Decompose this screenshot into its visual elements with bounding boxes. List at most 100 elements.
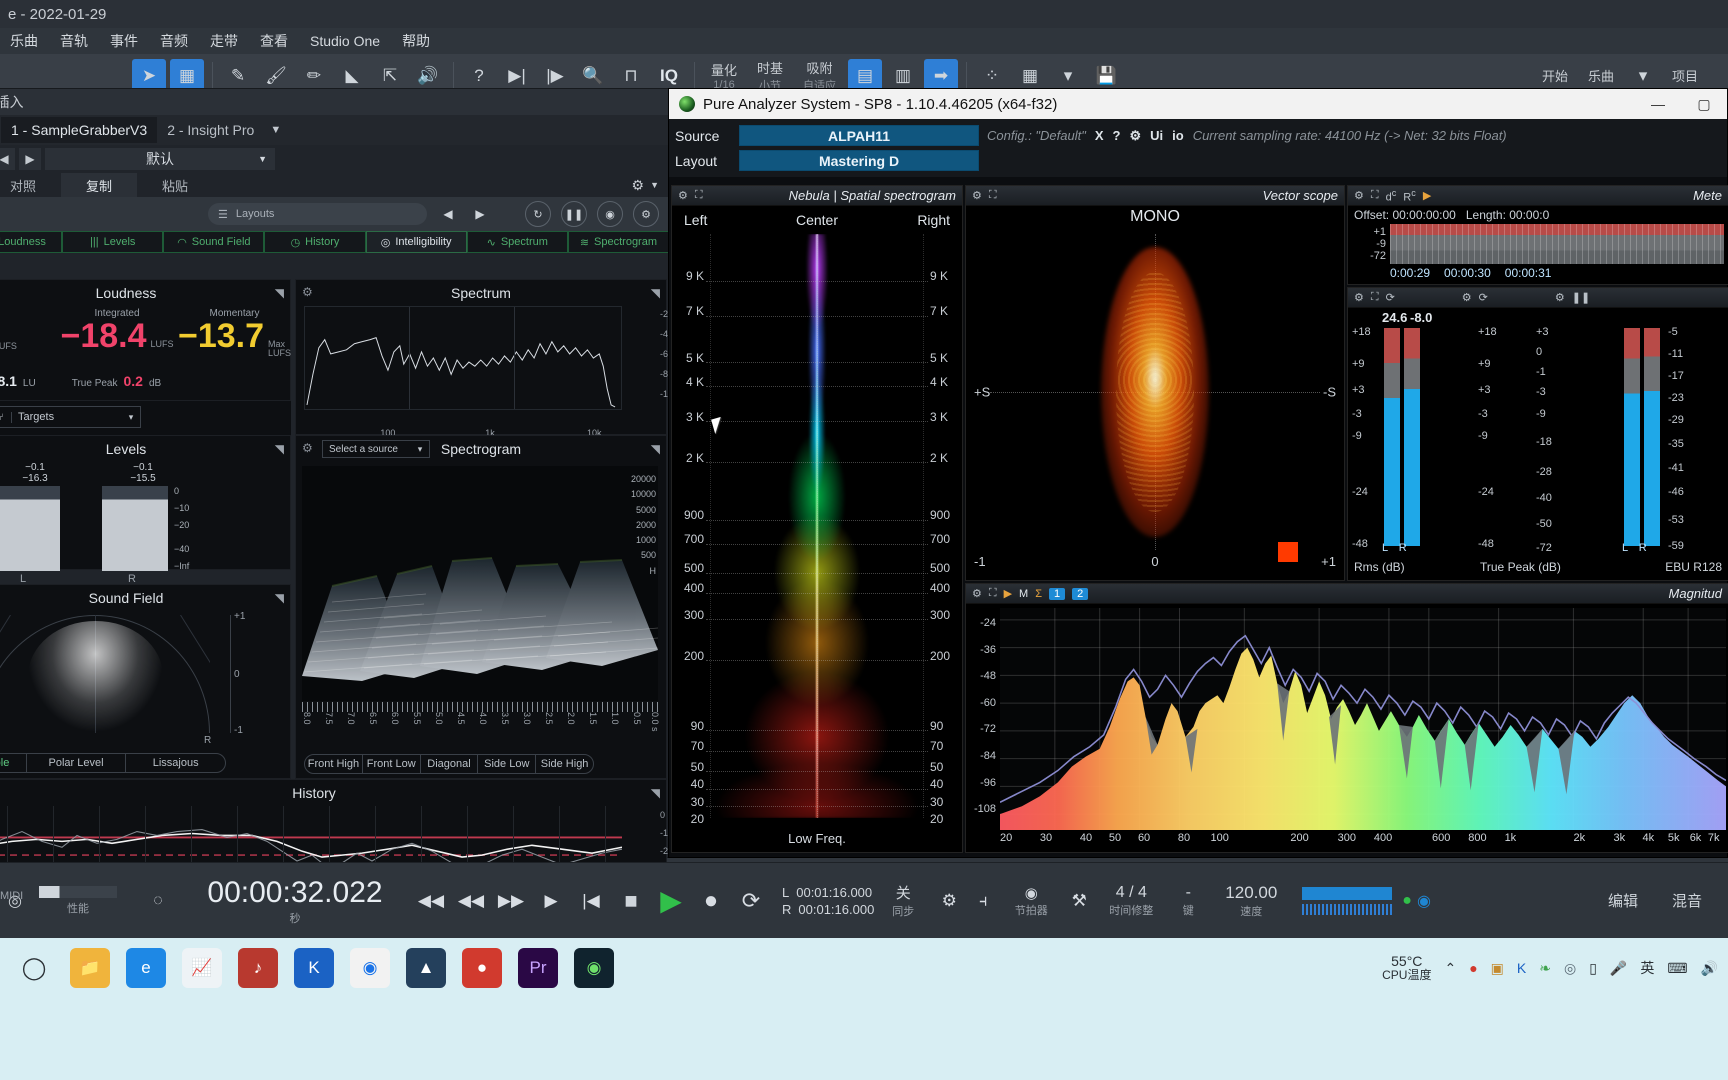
help-icon[interactable]: ? (1113, 128, 1121, 143)
preset-prev-button[interactable]: ◀ (0, 148, 15, 170)
tray-language[interactable]: 英 (1640, 958, 1654, 978)
gear-icon[interactable]: ⚙ (1354, 291, 1364, 304)
tray-keyboard-icon[interactable]: ⌨ (1667, 960, 1687, 977)
tab-intelligibility[interactable]: ◎ Intelligibility (365, 231, 467, 253)
preset-next-button[interactable]: ▶ (19, 148, 41, 170)
mode-polar-sample[interactable]: Polar Sample (0, 754, 27, 772)
source-value[interactable]: ALPAH11 (739, 125, 979, 146)
premiere-icon[interactable]: Pr (518, 948, 558, 988)
ui-button[interactable]: Ui (1150, 128, 1163, 143)
reset-button[interactable]: ↻ (525, 201, 551, 227)
expand-icon[interactable]: ◥ (651, 442, 660, 456)
expand-icon[interactable]: ◥ (275, 286, 284, 300)
settings-button[interactable]: ⚙ (633, 201, 659, 227)
midi-out-icon[interactable]: ◉ (1417, 891, 1431, 911)
chart-icon[interactable]: 📈 (182, 948, 222, 988)
sync-value[interactable]: 关 (896, 882, 911, 903)
layout-prev-button[interactable]: ◀ (437, 203, 459, 225)
analyzer-icon[interactable]: ◉ (574, 948, 614, 988)
refresh-icon[interactable]: ⟳ (1479, 291, 1488, 304)
io-button[interactable]: io (1172, 128, 1184, 143)
mode-diagonal[interactable]: Diagonal (421, 755, 479, 773)
expand-icon[interactable]: ⛶ (1371, 291, 1379, 304)
layer-1-button[interactable]: 1 (1049, 587, 1066, 600)
menu-item[interactable]: 音频 (160, 31, 188, 51)
spectrogram-source-selector[interactable]: Select a source ▾ (322, 440, 430, 458)
rewind-button[interactable]: ◀◀ (414, 884, 448, 918)
loop-indicator-icon[interactable]: ◌ (126, 892, 190, 910)
menu-item[interactable]: 事件 (110, 31, 138, 51)
expand-icon[interactable]: ◥ (275, 442, 284, 456)
close-config-icon[interactable]: X (1095, 128, 1104, 143)
mode-side-high[interactable]: Side High (536, 755, 593, 773)
maximize-button[interactable]: ▢ (1681, 89, 1727, 119)
nebula-plot[interactable] (706, 234, 928, 818)
studioone-icon[interactable]: ♪ (238, 948, 278, 988)
layout-value[interactable]: Mastering D (739, 150, 979, 171)
chevron-down-icon[interactable]: ▼ (270, 124, 281, 136)
menu-item[interactable]: 查看 (260, 31, 288, 51)
pause-icon[interactable]: ❚❚ (1572, 291, 1590, 304)
play-icon[interactable]: ▶ (1004, 587, 1012, 600)
tab-loudness[interactable]: ◁)) Loudness (0, 231, 63, 253)
menu-item[interactable]: 乐曲 (10, 31, 38, 51)
tab-sound-field[interactable]: ◠ Sound Field (163, 231, 265, 253)
tab-spectrogram[interactable]: ≋ Spectrogram (567, 231, 669, 253)
record-icon[interactable]: ● (462, 948, 502, 988)
gear-icon[interactable]: ⚙ (1555, 291, 1565, 304)
menu-item[interactable]: 音轨 (60, 31, 88, 51)
refresh-icon[interactable]: ⟳ (1386, 291, 1395, 304)
chrome-icon[interactable]: ◉ (350, 948, 390, 988)
play-icon[interactable]: ▶ (1423, 189, 1431, 202)
m-button[interactable]: M (1019, 588, 1028, 600)
sigma-button[interactable]: Σ (1035, 588, 1042, 600)
play-button[interactable]: ▶ (654, 884, 688, 918)
gear-icon[interactable]: ⚙ (678, 189, 688, 202)
monitor-button[interactable]: ◉ (597, 201, 623, 227)
start-icon[interactable]: ◯ (14, 948, 54, 988)
chevron-down-icon[interactable]: ▼ (650, 180, 659, 190)
tray-shield-icon[interactable]: ◎ (1564, 960, 1576, 977)
next-button[interactable]: ▶ (534, 884, 568, 918)
tempo-tool-icon[interactable]: ⚒ (1062, 884, 1096, 918)
copy-button[interactable]: 复制 (61, 173, 137, 197)
gear-icon[interactable]: ⚙ (972, 189, 982, 202)
preset-selector[interactable]: 默认 ▼ (45, 148, 275, 170)
tray-k-icon[interactable]: K (1517, 960, 1526, 976)
gear-icon[interactable]: ⚙ (302, 285, 313, 299)
expand-icon[interactable]: ⛶ (695, 189, 703, 202)
tempo-slider[interactable] (1302, 886, 1393, 900)
stop-button[interactable]: ■ (614, 884, 648, 918)
layer-2-button[interactable]: 2 (1072, 587, 1089, 600)
tab-song[interactable]: 乐曲 (1578, 66, 1624, 85)
mix-button[interactable]: 混音 (1672, 890, 1702, 911)
menu-item[interactable]: 走带 (210, 31, 238, 51)
plugin-slot-2[interactable]: 2 - Insight Pro (157, 117, 264, 143)
left-locator-value[interactable]: 00:01:16.000 (796, 885, 872, 900)
tab-levels[interactable]: ||| Levels (62, 231, 164, 253)
expand-icon[interactable]: ◥ (651, 786, 660, 800)
mode-front-low[interactable]: Front Low (363, 755, 421, 773)
quantize-group[interactable]: 量化 1/16 (701, 60, 747, 91)
tab-history[interactable]: ◷ History (264, 231, 366, 253)
mode-side-low[interactable]: Side Low (478, 755, 537, 773)
tray-app-icon[interactable]: ▣ (1491, 960, 1504, 977)
minimize-button[interactable]: — (1635, 89, 1681, 119)
layout-next-button[interactable]: ▶ (469, 203, 491, 225)
k-icon[interactable]: K (294, 948, 334, 988)
forward-button[interactable]: ▶▶ (494, 884, 528, 918)
expand-icon[interactable]: ⛶ (1371, 189, 1379, 202)
back-button[interactable]: ◀◀ (454, 884, 488, 918)
loudness-timeline[interactable] (1390, 224, 1724, 264)
gear-icon[interactable]: ⚙ (1354, 189, 1364, 202)
files-icon[interactable]: 📁 (70, 948, 110, 988)
layouts-selector[interactable]: ☰ Layouts (208, 203, 427, 225)
tab-start[interactable]: 开始 (1532, 66, 1578, 85)
gear-icon[interactable]: ⚙ (1129, 128, 1141, 144)
right-locator-value[interactable]: 00:01:16.000 (798, 902, 874, 917)
tab-project[interactable]: 项目 (1662, 66, 1708, 85)
record-button[interactable]: ● (694, 884, 728, 918)
paste-button[interactable]: 粘贴 (137, 173, 213, 197)
loop-button[interactable]: ⟳ (734, 884, 768, 918)
dc-icon[interactable]: dc (1386, 188, 1397, 204)
